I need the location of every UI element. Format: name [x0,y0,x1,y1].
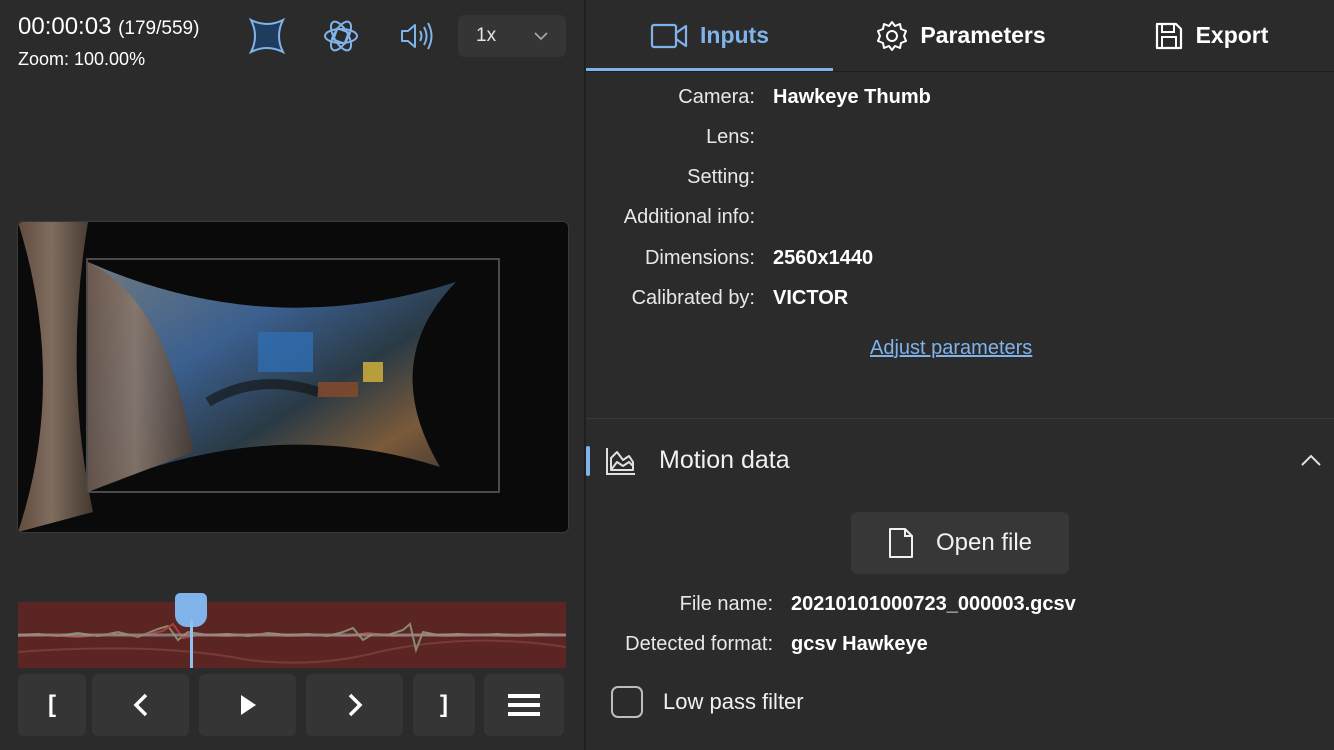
chevron-down-icon [534,32,548,41]
timecode-value: 00:00:03 [18,13,112,40]
chevron-left-icon [133,693,147,717]
tab-parameters-label: Parameters [920,22,1046,48]
frame-counter: (179/559) [118,18,200,39]
play-button[interactable] [199,674,296,736]
file-icon [888,528,913,558]
additional-info-row: Additional info: [586,206,1334,236]
tab-bar: Inputs Parameters Export [586,0,1334,72]
camera-label: Camera: [678,86,755,108]
additional-info-label: Additional info: [623,206,755,228]
play-icon [240,695,256,715]
adjust-parameters-link[interactable]: Adjust parameters [870,337,1032,360]
playhead-line [190,620,193,668]
tab-inputs-label: Inputs [700,22,769,48]
open-file-label: Open file [935,529,1033,556]
motion-data-title: Motion data [659,446,790,474]
set-out-point-button[interactable]: ] [413,674,475,736]
camera-value: Hawkeye Thumb [773,86,931,108]
zoom-level: Zoom: 100.00% [18,49,146,69]
calibrated-by-row: Calibrated by: VICTOR [586,287,1334,317]
calibrated-by-label: Calibrated by: [631,287,755,309]
lens-distortion-button[interactable] [247,16,287,56]
video-camera-icon [650,23,688,48]
lens-label: Lens: [706,126,755,148]
file-name-value: 20210101000723_000003.gcsv [791,593,1076,615]
dimensions-label: Dimensions: [644,247,755,269]
menu-button[interactable] [484,674,564,736]
chevron-right-icon [348,693,362,717]
timecode: 00:00:03 (179/559) [18,14,199,42]
video-frame [18,222,500,532]
chart-area-icon [606,448,635,475]
next-frame-button[interactable] [306,674,403,736]
dimensions-row: Dimensions: 2560x1440 [586,247,1334,277]
set-in-point-button[interactable]: [ [18,674,86,736]
file-name-label: File name: [679,593,773,615]
section-indicator [586,446,590,476]
timeline[interactable] [17,602,567,668]
tab-export-label: Export [1195,22,1269,48]
tab-inputs[interactable]: Inputs [586,0,833,71]
hamburger-menu-icon [508,694,540,716]
chevron-up-icon[interactable] [1300,452,1322,468]
previous-frame-button[interactable] [92,674,189,736]
open-file-button[interactable]: Open file [851,512,1069,574]
setting-label: Setting: [687,166,755,188]
section-divider [586,418,1334,419]
tab-parameters[interactable]: Parameters [856,0,1066,71]
in-point-label: [ [48,691,56,718]
active-tab-indicator [586,68,833,71]
lens-row: Lens: [586,126,1334,156]
low-pass-filter-label[interactable]: Low pass filter [663,689,804,715]
settings-pane: Inputs Parameters Export Camera: Hawkeye… [586,0,1334,750]
playback-speed-select[interactable]: 1x [458,15,566,57]
calibrated-by-value: VICTOR [773,287,849,309]
stabilization-icon [324,20,358,52]
camera-row: Camera: Hawkeye Thumb [586,86,1334,116]
save-icon [1155,22,1182,49]
playback-speed-value: 1x [476,25,497,46]
lens-distortion-icon [248,17,286,55]
speaker-volume-icon [401,22,433,50]
setting-row: Setting: [586,166,1334,196]
out-point-label: ] [440,691,448,718]
low-pass-filter-checkbox[interactable] [611,686,643,718]
detected-format-label: Detected format: [625,633,773,655]
tab-export[interactable]: Export [1136,0,1286,71]
dimensions-value: 2560x1440 [773,247,874,269]
stabilization-button[interactable] [321,16,361,56]
detected-format-value: gcsv Hawkeye [791,633,928,655]
volume-button[interactable] [396,16,436,56]
gear-icon [877,20,908,51]
video-preview[interactable] [17,221,569,533]
motion-graph [17,622,567,664]
player-pane: 00:00:03 (179/559) Zoom: 100.00% 1x [] [0,0,584,750]
